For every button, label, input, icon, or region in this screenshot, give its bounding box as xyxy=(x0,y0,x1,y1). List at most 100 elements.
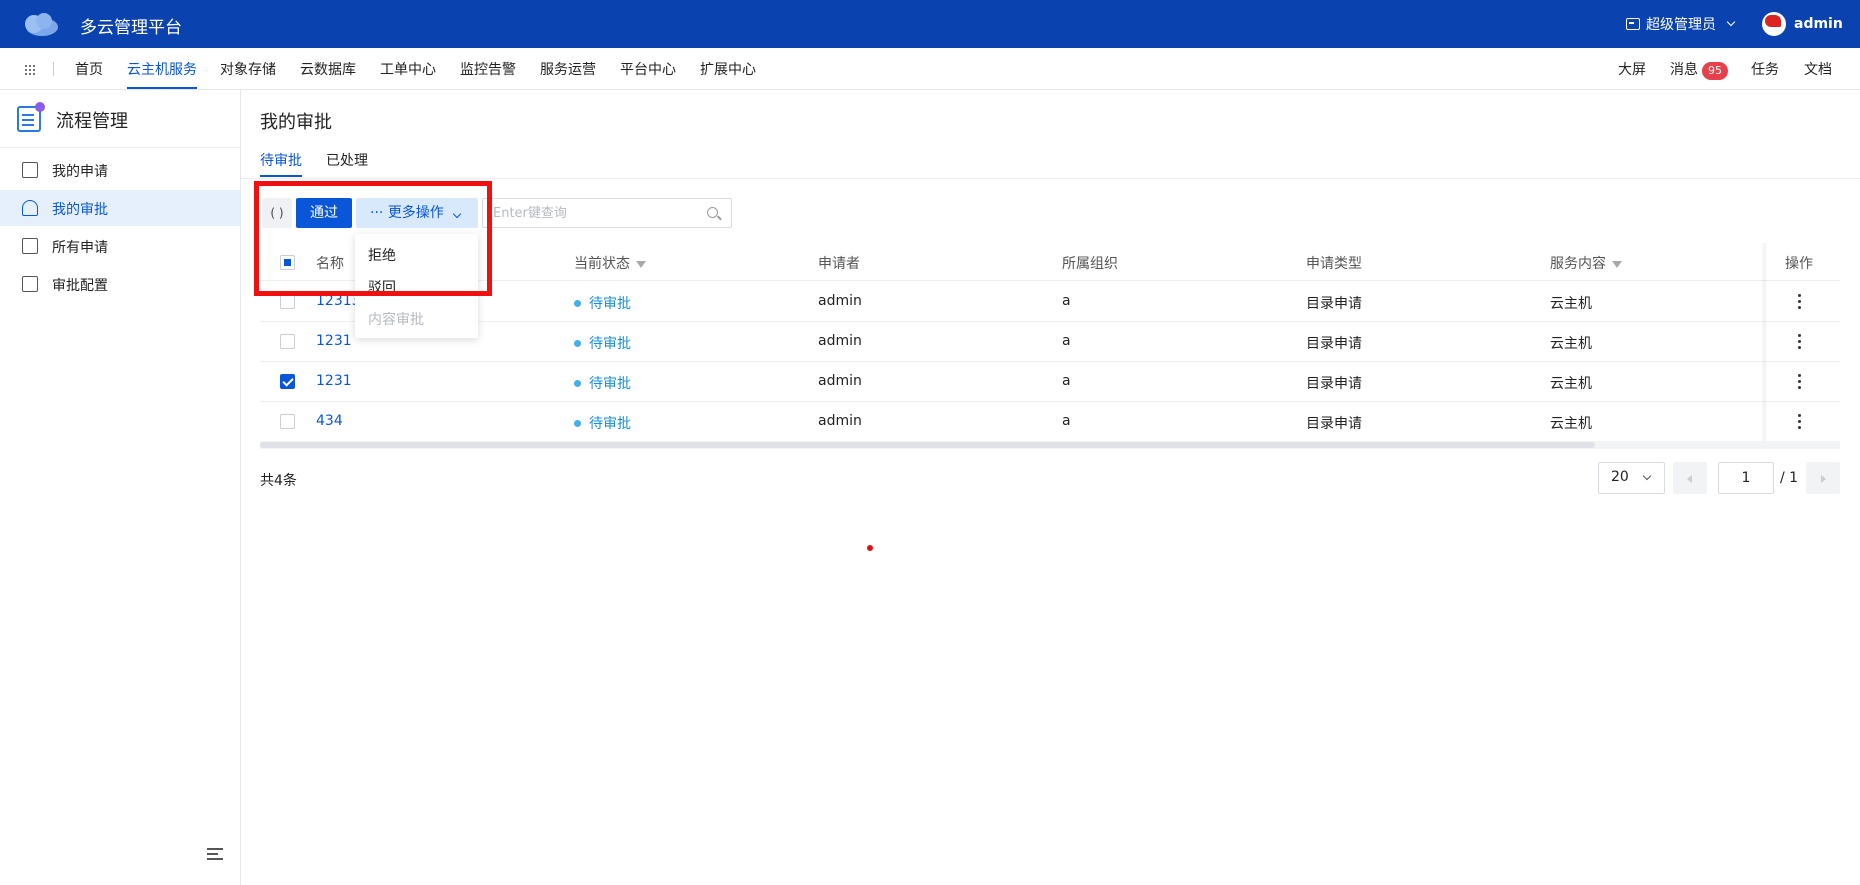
user-menu[interactable]: admin xyxy=(1762,12,1843,36)
column-header-label: 当前状态 xyxy=(574,256,630,272)
list-document-icon xyxy=(22,238,38,254)
page-size-value: 20 xyxy=(1611,469,1629,485)
page-number-input[interactable] xyxy=(1718,462,1774,494)
row-checkbox[interactable] xyxy=(280,334,295,349)
row-org: a xyxy=(1062,373,1071,389)
nav-active-indicator xyxy=(127,87,197,89)
column-header-actions: 操作 xyxy=(1785,256,1813,272)
chevron-down-icon xyxy=(453,209,462,219)
sidebar-item-label: 我的申请 xyxy=(52,164,108,180)
filter-icon[interactable] xyxy=(1612,260,1622,268)
tab-active-indicator xyxy=(260,175,302,177)
tabs-divider xyxy=(241,178,1860,179)
app-grid-icon[interactable] xyxy=(24,64,36,76)
row-applicant: admin xyxy=(818,333,862,349)
nav-item-platform-center[interactable]: 平台中心 xyxy=(620,59,676,79)
checklist-icon xyxy=(22,276,38,292)
row-applicant: admin xyxy=(818,413,862,429)
status-badge: 待审批 xyxy=(574,293,631,313)
sidebar-item-label: 我的审批 xyxy=(52,202,108,218)
more-vertical-icon[interactable] xyxy=(1798,374,1802,390)
row-name-link[interactable]: 1231 xyxy=(316,333,352,349)
row-checkbox[interactable] xyxy=(280,294,295,309)
more-vertical-icon[interactable] xyxy=(1798,414,1802,430)
table-row: 1231 待审批 admin a 目录申请 云主机 xyxy=(260,362,1840,402)
column-header-status[interactable]: 当前状态 xyxy=(574,253,646,273)
row-name-link[interactable]: 12313 xyxy=(316,293,361,309)
nav-item-home[interactable]: 首页 xyxy=(75,59,103,79)
more-actions-menu: 拒绝 驳回 内容审批 xyxy=(355,234,478,338)
refresh-button[interactable]: ( ) xyxy=(262,198,292,228)
nav-tasks[interactable]: 任务 xyxy=(1751,59,1779,79)
nav-item-cloud-database[interactable]: 云数据库 xyxy=(300,59,356,79)
search-icon[interactable] xyxy=(707,207,718,218)
stamp-icon xyxy=(22,200,38,216)
collapse-sidebar-icon[interactable] xyxy=(207,848,223,862)
nav-docs[interactable]: 文档 xyxy=(1804,59,1832,79)
select-all-checkbox[interactable] xyxy=(280,255,295,270)
nav-item-object-storage[interactable]: 对象存储 xyxy=(220,59,276,79)
sidebar-item-approval-config[interactable]: 审批配置 xyxy=(0,266,240,302)
status-badge: 待审批 xyxy=(574,333,631,353)
row-name-link[interactable]: 434 xyxy=(316,413,343,429)
page-size-select[interactable]: 20 xyxy=(1598,462,1665,494)
total-count: 共4条 xyxy=(260,473,297,489)
cloud-logo-icon xyxy=(25,13,58,36)
more-vertical-icon[interactable] xyxy=(1798,294,1802,310)
tab-processed[interactable]: 已处理 xyxy=(326,150,368,170)
id-card-icon xyxy=(1626,18,1640,30)
row-service: 云主机 xyxy=(1550,416,1592,432)
chevron-down-icon xyxy=(1726,17,1736,27)
menu-item-return[interactable]: 驳回 xyxy=(368,277,396,297)
nav-item-monitoring[interactable]: 监控告警 xyxy=(460,59,516,79)
status-badge: 待审批 xyxy=(574,373,631,393)
menu-item-reject[interactable]: 拒绝 xyxy=(368,245,396,265)
nav-messages-label: 消息 xyxy=(1670,62,1698,78)
filter-icon[interactable] xyxy=(636,260,646,268)
more-vertical-icon[interactable] xyxy=(1798,334,1802,350)
nav-item-service-ops[interactable]: 服务运营 xyxy=(540,59,596,79)
message-count-badge: 95 xyxy=(1702,62,1728,80)
more-actions-button[interactable]: ··· 更多操作 xyxy=(356,198,478,228)
nav-messages[interactable]: 消息 95 xyxy=(1670,59,1728,80)
menu-item-content-review: 内容审批 xyxy=(368,312,424,328)
table-row: 434 待审批 admin a 目录申请 云主机 xyxy=(260,402,1840,442)
app-title: 多云管理平台 xyxy=(80,18,182,38)
role-switcher[interactable]: 超级管理员 xyxy=(1626,14,1736,34)
sidebar-item-all-requests[interactable]: 所有申请 xyxy=(0,228,240,264)
tab-pending[interactable]: 待审批 xyxy=(260,150,302,170)
more-actions-label: 更多操作 xyxy=(387,205,444,221)
row-service: 云主机 xyxy=(1550,336,1592,352)
row-applicant: admin xyxy=(818,373,862,389)
sidebar-item-label: 所有申请 xyxy=(52,240,108,256)
avatar xyxy=(1762,12,1786,36)
row-service: 云主机 xyxy=(1550,296,1592,312)
search-input[interactable] xyxy=(493,203,693,223)
row-name-link[interactable]: 1231 xyxy=(316,373,352,389)
column-header-type: 申请类型 xyxy=(1306,256,1362,272)
nav-item-ticket-center[interactable]: 工单中心 xyxy=(380,59,436,79)
column-header-service[interactable]: 服务内容 xyxy=(1550,253,1622,273)
top-header: 多云管理平台 超级管理员 admin xyxy=(0,0,1860,48)
column-header-applicant: 申请者 xyxy=(818,256,860,272)
prev-page-button[interactable] xyxy=(1673,462,1707,494)
sidebar-item-my-requests[interactable]: 我的申请 xyxy=(0,152,240,188)
username: admin xyxy=(1794,16,1843,32)
sidebar-item-my-approvals[interactable]: 我的审批 xyxy=(0,190,240,226)
horizontal-scrollbar[interactable] xyxy=(260,441,1840,449)
main-nav: 首页 云主机服务 对象存储 云数据库 工单中心 监控告警 服务运营 平台中心 扩… xyxy=(0,48,1860,90)
sidebar-title: 流程管理 xyxy=(56,111,128,132)
total-pages: / 1 xyxy=(1780,470,1799,486)
table-row: 1231 待审批 admin a 目录申请 云主机 xyxy=(260,322,1840,362)
next-page-button[interactable] xyxy=(1806,462,1840,494)
approve-button[interactable]: 通过 xyxy=(296,198,352,228)
scrollbar-thumb[interactable] xyxy=(260,442,1595,448)
nav-item-cloud-host[interactable]: 云主机服务 xyxy=(127,59,197,79)
row-checkbox[interactable] xyxy=(280,414,295,429)
row-checkbox[interactable] xyxy=(280,374,295,389)
cursor-marker xyxy=(867,545,873,551)
nav-big-screen[interactable]: 大屏 xyxy=(1618,59,1646,79)
table-header: 名称 当前状态 申请者 所属组织 申请类型 服务内容 操作 xyxy=(260,243,1840,281)
row-type: 目录申请 xyxy=(1306,296,1362,312)
nav-item-extensions[interactable]: 扩展中心 xyxy=(700,59,756,79)
